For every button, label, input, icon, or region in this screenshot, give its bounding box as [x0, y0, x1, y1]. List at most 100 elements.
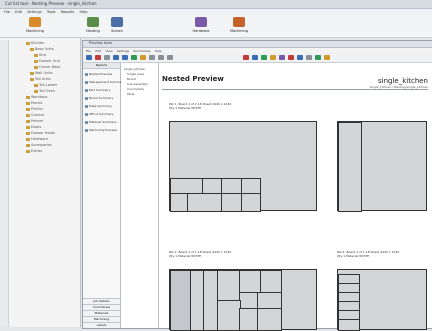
nested-part[interactable]: [338, 122, 362, 212]
board-caption: Pat 1 Board 1 of 2 18 Sheet 2440 x 1220 …: [169, 102, 232, 110]
nested-part[interactable]: [239, 308, 259, 331]
report-item-machining-preview[interactable]: Machining Preview: [85, 128, 117, 132]
tool-f-icon[interactable]: [288, 55, 294, 60]
print-icon[interactable]: [86, 55, 92, 60]
ribbon-toolbar: Machining Nesting Screen Hardware Machin…: [0, 15, 432, 38]
preview-toolbar: [83, 53, 432, 63]
preview-window: Preview Area File Edit View Settings Sum…: [82, 40, 432, 331]
tool-c-icon[interactable]: [261, 55, 267, 60]
tree-item[interactable]: Tall Oven: [34, 89, 55, 93]
job-tree-item[interactable]: Sub-assembly: [127, 82, 148, 86]
job-tree: single_kitchen Single pass Board Sub-ass…: [121, 63, 159, 328]
ribbon-screen-button[interactable]: Screen: [102, 17, 132, 36]
report-item-management-summary[interactable]: Management Summary: [85, 80, 124, 84]
page-title: Nested Preview: [162, 75, 224, 83]
ribbon-label: Hardware: [192, 29, 210, 33]
tool-h-icon[interactable]: [306, 55, 312, 60]
job-tree-item[interactable]: Incomplete: [127, 87, 144, 91]
preview-window-titlebar: Preview Area: [83, 41, 432, 48]
nested-part[interactable]: [338, 319, 360, 331]
tree-item[interactable]: Doors: [26, 125, 41, 129]
title-bar: Cut list tool - Nesting Preview - single…: [0, 0, 432, 9]
machining-icon: [29, 17, 41, 27]
close-icon[interactable]: [95, 55, 101, 60]
tree-item[interactable]: Kitchen: [26, 41, 44, 45]
project-tree: Kitchen Base Units Sink Drawer Unit Corn…: [0, 38, 81, 327]
reports-header: Reports: [83, 63, 120, 69]
job-tree-item[interactable]: Parts: [127, 92, 135, 96]
tool-d-icon[interactable]: [270, 55, 276, 60]
report-item-edge-summary[interactable]: Edge Summary: [85, 104, 112, 108]
nested-board-1[interactable]: Pat 1 Board 1 of 2 18 Sheet 2440 x 1220 …: [169, 102, 317, 212]
machining2-icon: [233, 17, 245, 27]
nested-preview-page: Nested Preview single_kitchen single_kit…: [159, 63, 432, 331]
ribbon-hardware-button[interactable]: Hardware: [186, 17, 216, 36]
tree-item[interactable]: Worktops: [26, 95, 47, 99]
job-tree-item[interactable]: Single pass: [127, 72, 144, 76]
tool-j-icon[interactable]: [324, 55, 330, 60]
zoom-out-icon[interactable]: [122, 55, 128, 60]
report-item-offcut-summary[interactable]: Offcut Summary: [85, 112, 114, 116]
report-item-nested-preview[interactable]: Nested Preview: [85, 72, 112, 76]
next-page-icon[interactable]: [167, 55, 173, 60]
report-item-board-summary[interactable]: Board Summary: [85, 96, 113, 100]
nested-part[interactable]: [241, 193, 261, 212]
tree-item[interactable]: Extras: [26, 149, 42, 153]
tool-g-icon[interactable]: [297, 55, 303, 60]
reports-button-group: Job Details Summaries Materials Machinin…: [83, 298, 120, 328]
tree-item[interactable]: Base Units: [30, 47, 54, 51]
tree-item[interactable]: Tall Larder: [34, 83, 57, 87]
nested-part[interactable]: [239, 270, 262, 294]
tree-item[interactable]: Pelmet: [26, 119, 43, 123]
page-icon[interactable]: [104, 55, 110, 60]
ribbon-label: Machining: [26, 29, 44, 33]
report-item-material-summary[interactable]: Material Summary: [85, 120, 117, 124]
tool-i-icon[interactable]: [315, 55, 321, 60]
nested-part[interactable]: [221, 193, 243, 212]
nested-board-4[interactable]: Pat 4 Board 1 of 1 18 Sheet 2440 x 1220 …: [337, 250, 427, 331]
tree-item[interactable]: Plinths: [26, 107, 43, 111]
prev-page-icon[interactable]: [158, 55, 164, 60]
tree-item[interactable]: Cornice: [26, 113, 44, 117]
nested-part[interactable]: [217, 300, 241, 331]
board-sheet: [169, 121, 317, 212]
project-name: single_kitchen: [378, 77, 428, 85]
tree-item[interactable]: Hardware: [26, 137, 48, 141]
nested-part[interactable]: [217, 270, 241, 302]
tree-item[interactable]: Drawer Unit: [34, 59, 60, 63]
header-divider: [162, 89, 428, 90]
ribbon-machining-button[interactable]: Machining: [20, 17, 50, 36]
hardware-icon: [195, 17, 207, 27]
app-title: Cut list tool - Nesting Preview - single…: [5, 1, 97, 6]
labels-button[interactable]: Labels: [83, 322, 120, 328]
tree-item[interactable]: Drawer fronts: [26, 131, 55, 135]
first-page-icon[interactable]: [149, 55, 155, 60]
export-icon[interactable]: [131, 55, 137, 60]
tree-item[interactable]: Wall Units: [30, 71, 52, 75]
ribbon-machining2-button[interactable]: Machining: [224, 17, 254, 36]
board-sheet: [337, 121, 427, 212]
nested-board-2[interactable]: [337, 103, 427, 212]
board-caption: Pat 2 Board 1 of 1 18 Sheet 2440 x 1220 …: [169, 250, 232, 258]
nested-part[interactable]: [260, 270, 282, 294]
tree-item[interactable]: Corner Base: [34, 65, 60, 69]
nested-part[interactable]: [257, 308, 282, 331]
nested-board-3[interactable]: Pat 2 Board 1 of 1 18 Sheet 2440 x 1220 …: [169, 250, 317, 331]
tool-b-icon[interactable]: [252, 55, 258, 60]
preview-window-title: Preview Area: [89, 41, 112, 45]
zoom-in-icon[interactable]: [113, 55, 119, 60]
tool-e-icon[interactable]: [279, 55, 285, 60]
job-tree-item[interactable]: Board: [127, 77, 136, 81]
tree-item[interactable]: Tall Units: [30, 77, 51, 81]
settings-icon[interactable]: [140, 55, 146, 60]
tree-item[interactable]: Panels: [26, 101, 42, 105]
ribbon-label: Screen: [110, 29, 124, 33]
tree-item[interactable]: Accessories: [26, 143, 52, 147]
nested-part[interactable]: [187, 193, 223, 212]
board-sheet: [337, 269, 427, 331]
report-item-part-summary[interactable]: Part Summary: [85, 88, 110, 92]
tree-item[interactable]: Sink: [34, 53, 46, 57]
tool-a-icon[interactable]: [243, 55, 249, 60]
job-tree-item[interactable]: single_kitchen: [124, 67, 145, 71]
nested-part[interactable]: [170, 270, 192, 331]
